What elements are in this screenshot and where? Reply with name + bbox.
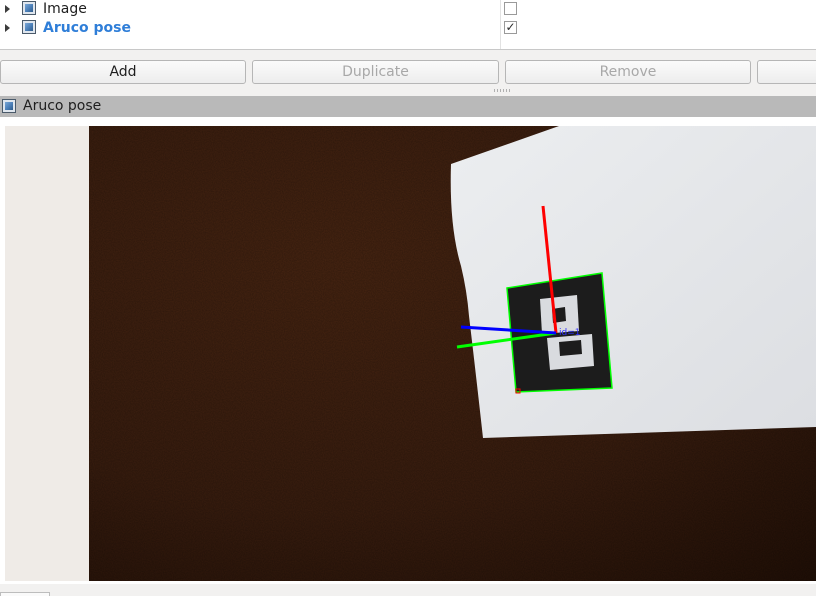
status-bar	[0, 584, 816, 596]
column-separator	[500, 0, 501, 49]
displays-tree: Image Aruco pose ✓	[0, 0, 816, 49]
display-item-image[interactable]: Image	[0, 0, 816, 19]
image-display-icon	[22, 1, 36, 15]
splitter-handle[interactable]	[494, 89, 510, 92]
bottom-tab[interactable]	[0, 592, 50, 596]
paper-sheet	[450, 126, 816, 438]
display-item-label: Aruco pose	[43, 20, 131, 36]
expand-arrow-icon[interactable]	[5, 24, 10, 32]
panel-title: Aruco pose	[23, 98, 102, 114]
add-button[interactable]: Add	[0, 60, 246, 84]
display-enabled-checkbox[interactable]: ✓	[504, 21, 517, 34]
expand-arrow-icon[interactable]	[5, 5, 10, 13]
rename-button[interactable]	[757, 60, 816, 84]
image-view-letterbox	[5, 126, 89, 581]
display-item-aruco-pose[interactable]: Aruco pose ✓	[0, 19, 816, 38]
panel-title-bar[interactable]: Aruco pose	[0, 96, 816, 117]
duplicate-button[interactable]: Duplicate	[252, 60, 499, 84]
remove-button[interactable]: Remove	[505, 60, 751, 84]
image-display-icon	[22, 20, 36, 34]
divider	[0, 49, 816, 50]
marker-id-label: id=1	[559, 328, 580, 338]
image-display-icon	[2, 99, 16, 113]
display-enabled-checkbox[interactable]	[504, 2, 517, 15]
camera-image: id=1	[89, 126, 816, 581]
display-item-label: Image	[43, 1, 87, 17]
